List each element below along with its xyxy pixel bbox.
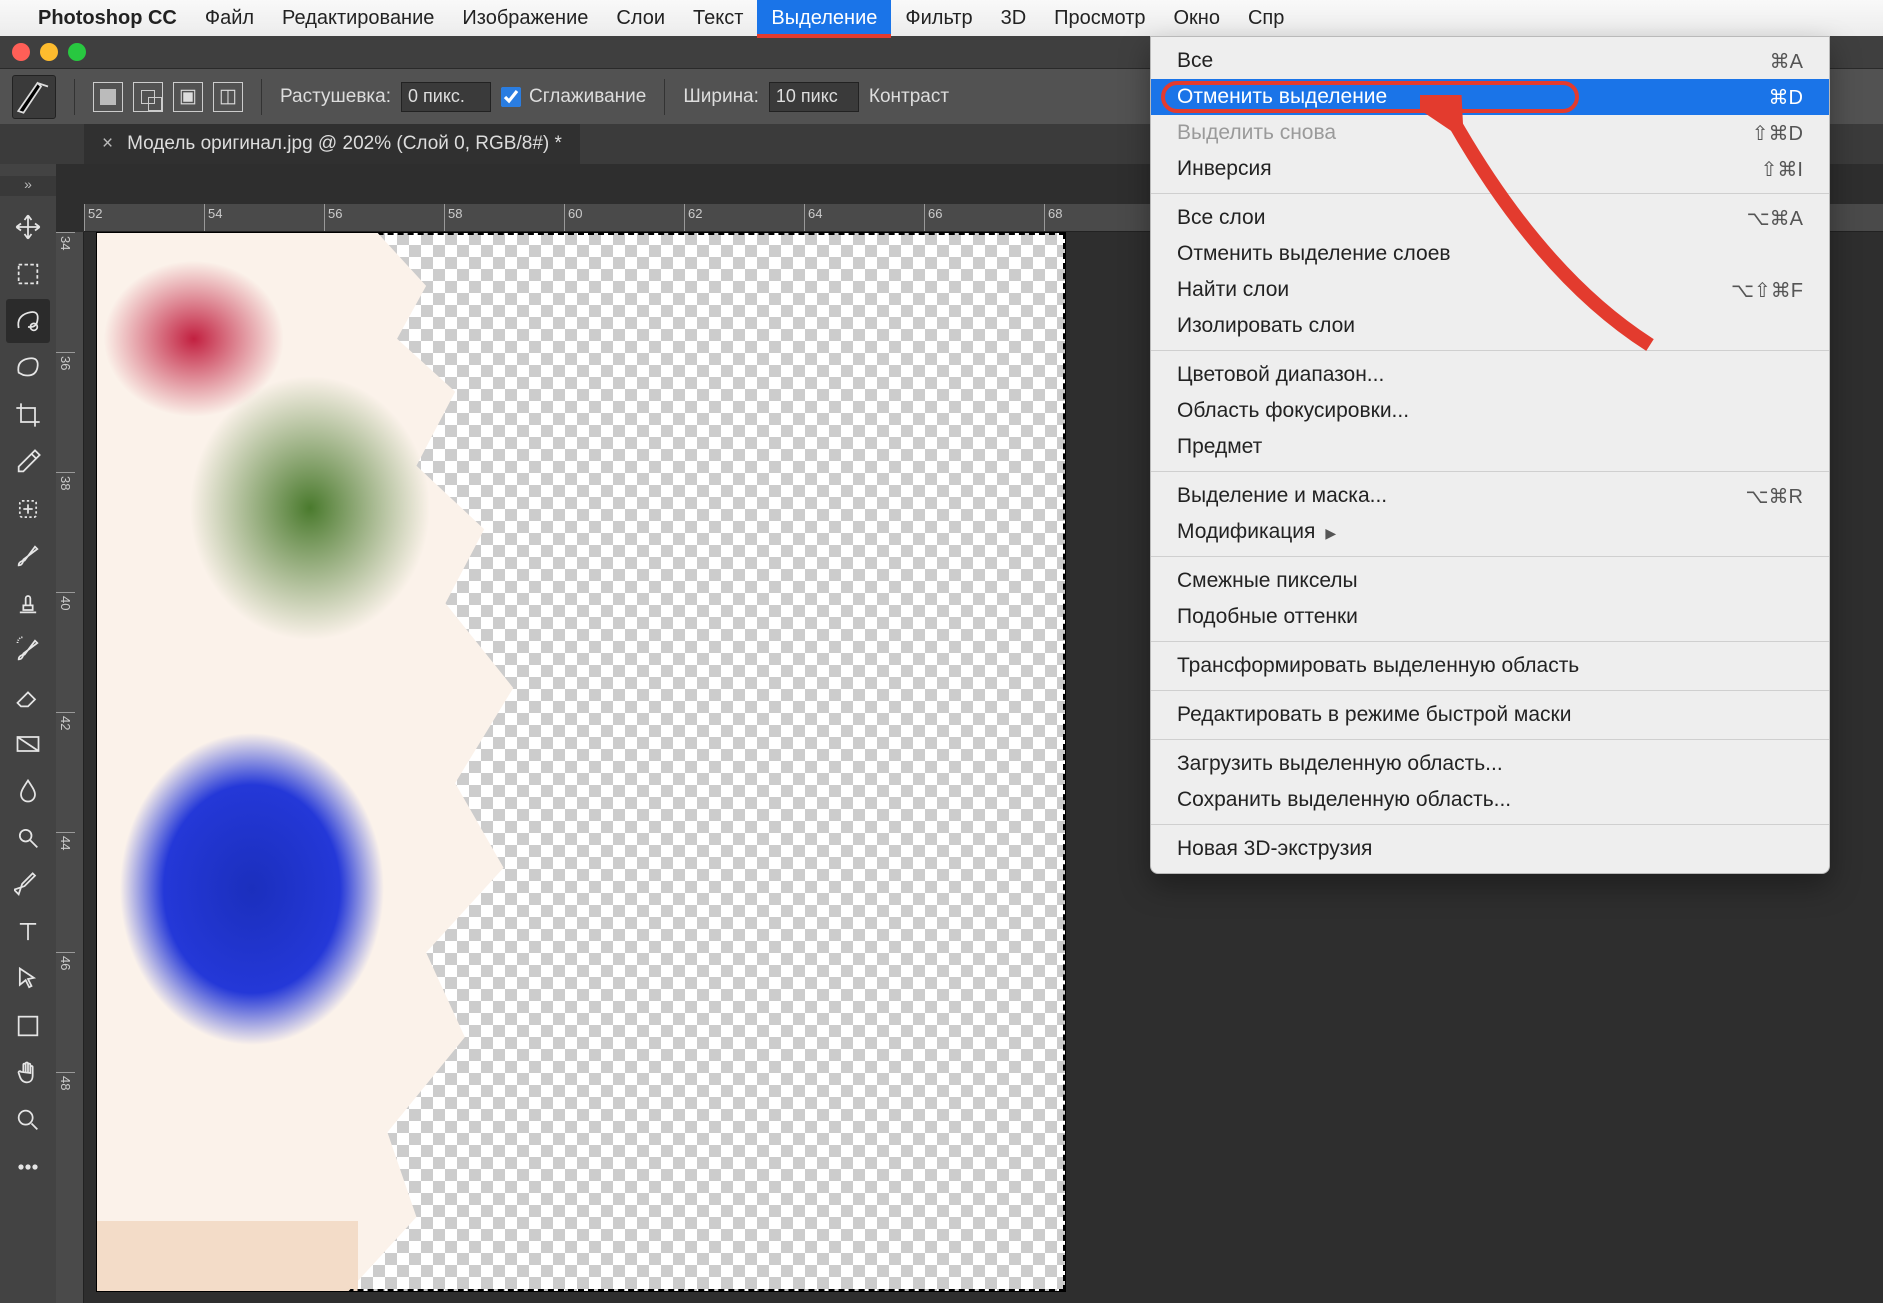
menuitem-область-фокусировки-[interactable]: Область фокусировки...: [1151, 393, 1829, 429]
menu-слои[interactable]: Слои: [602, 0, 679, 36]
tool-move[interactable]: [6, 205, 50, 249]
selection-new-icon[interactable]: [93, 82, 123, 112]
tool-eyedropper[interactable]: [6, 440, 50, 484]
ruler-vertical: 3436384042444648: [56, 232, 84, 1303]
menuitem-подобные-оттенки[interactable]: Подобные оттенки: [1151, 599, 1829, 635]
zoom-window-icon[interactable]: [68, 43, 86, 61]
tool-gradient[interactable]: [6, 722, 50, 766]
close-tab-icon[interactable]: ×: [102, 133, 113, 155]
tool-marquee[interactable]: [6, 252, 50, 296]
menuitem-модификация[interactable]: Модификация: [1151, 514, 1829, 550]
menuitem-инверсия[interactable]: Инверсия⇧⌘I: [1151, 151, 1829, 187]
selection-intersect-icon[interactable]: ◫: [213, 82, 243, 112]
width-label: Ширина:: [683, 86, 759, 108]
menu-3d[interactable]: 3D: [987, 0, 1041, 36]
menuitem-изолировать-слои[interactable]: Изолировать слои: [1151, 308, 1829, 344]
menuitem-новая-3d-экструзия[interactable]: Новая 3D-экструзия: [1151, 831, 1829, 867]
tool-more[interactable]: [6, 1145, 50, 1189]
menu-файл[interactable]: Файл: [191, 0, 268, 36]
menu-текст[interactable]: Текст: [679, 0, 757, 36]
tool-zoom[interactable]: [6, 1098, 50, 1142]
tool-pen[interactable]: [6, 863, 50, 907]
current-tool-thumb[interactable]: [12, 75, 56, 119]
tool-blur[interactable]: [6, 769, 50, 813]
tool-history-brush[interactable]: [6, 628, 50, 672]
menu-редактирование[interactable]: Редактирование: [268, 0, 448, 36]
menuitem-смежные-пикселы[interactable]: Смежные пикселы: [1151, 563, 1829, 599]
tool-path-select[interactable]: [6, 957, 50, 1001]
tool-lasso[interactable]: [6, 346, 50, 390]
toolbox: »: [0, 164, 56, 1303]
menuitem-все[interactable]: Все⌘A: [1151, 43, 1829, 79]
menu-фильтр[interactable]: Фильтр: [891, 0, 986, 36]
antialias-checkbox[interactable]: Сглаживание: [501, 86, 646, 108]
contrast-label: Контраст: [869, 86, 949, 108]
menuitem-загрузить-выделенную-область-[interactable]: Загрузить выделенную область...: [1151, 746, 1829, 782]
tool-crop[interactable]: [6, 393, 50, 437]
menuitem-выделение-и-маска-[interactable]: Выделение и маска...⌥⌘R: [1151, 478, 1829, 514]
menu-просмотр[interactable]: Просмотр: [1040, 0, 1159, 36]
image-content-bottom: [97, 1221, 358, 1291]
menuitem-выделить-снова: Выделить снова⇧⌘D: [1151, 115, 1829, 151]
menuitem-сохранить-выделенную-область-[interactable]: Сохранить выделенную область...: [1151, 782, 1829, 818]
menuitem-предмет[interactable]: Предмет: [1151, 429, 1829, 465]
menuitem-все-слои[interactable]: Все слои⌥⌘A: [1151, 200, 1829, 236]
tool-magnetic-lasso[interactable]: [6, 299, 50, 343]
selection-subtract-icon[interactable]: ▣: [173, 82, 203, 112]
menu-изображение[interactable]: Изображение: [448, 0, 602, 36]
menu-окно[interactable]: Окно: [1160, 0, 1234, 36]
menu-спр[interactable]: Спр: [1234, 0, 1298, 36]
toolbox-expander[interactable]: »: [0, 176, 56, 196]
mac-menubar: Photoshop CC ФайлРедактированиеИзображен…: [0, 0, 1883, 36]
menuitem-трансформировать-выделенную-область[interactable]: Трансформировать выделенную область: [1151, 648, 1829, 684]
menuitem-найти-слои[interactable]: Найти слои⌥⇧⌘F: [1151, 272, 1829, 308]
tool-heal[interactable]: [6, 487, 50, 531]
tool-type[interactable]: [6, 910, 50, 954]
menuitem-отменить-выделение[interactable]: Отменить выделение⌘D: [1151, 79, 1829, 115]
feather-input[interactable]: [401, 82, 491, 112]
antialias-label: Сглаживание: [529, 86, 646, 108]
document-tab-title: Модель оригинал.jpg @ 202% (Слой 0, RGB/…: [127, 133, 562, 155]
document-tab[interactable]: × Модель оригинал.jpg @ 202% (Слой 0, RG…: [84, 124, 580, 164]
close-window-icon[interactable]: [12, 43, 30, 61]
menuitem-редактировать-в-режиме-быстрой-маски[interactable]: Редактировать в режиме быстрой маски: [1151, 697, 1829, 733]
tool-dodge[interactable]: [6, 816, 50, 860]
feather-label: Растушевка:: [280, 86, 391, 108]
tool-shape[interactable]: [6, 1004, 50, 1048]
antialias-check[interactable]: [501, 87, 521, 107]
document-canvas[interactable]: [96, 232, 1066, 1292]
app-name: Photoshop CC: [38, 7, 177, 30]
width-input[interactable]: [769, 82, 859, 112]
selection-add-icon[interactable]: [133, 82, 163, 112]
minimize-window-icon[interactable]: [40, 43, 58, 61]
selection-menu-dropdown: Все⌘AОтменить выделение⌘DВыделить снова⇧…: [1150, 36, 1830, 874]
tool-eraser[interactable]: [6, 675, 50, 719]
tool-hand[interactable]: [6, 1051, 50, 1095]
menuitem-цветовой-диапазон-[interactable]: Цветовой диапазон...: [1151, 357, 1829, 393]
tool-stamp[interactable]: [6, 581, 50, 625]
tool-brush[interactable]: [6, 534, 50, 578]
menuitem-отменить-выделение-слоев[interactable]: Отменить выделение слоев: [1151, 236, 1829, 272]
menu-выделение[interactable]: Выделение: [757, 0, 891, 36]
